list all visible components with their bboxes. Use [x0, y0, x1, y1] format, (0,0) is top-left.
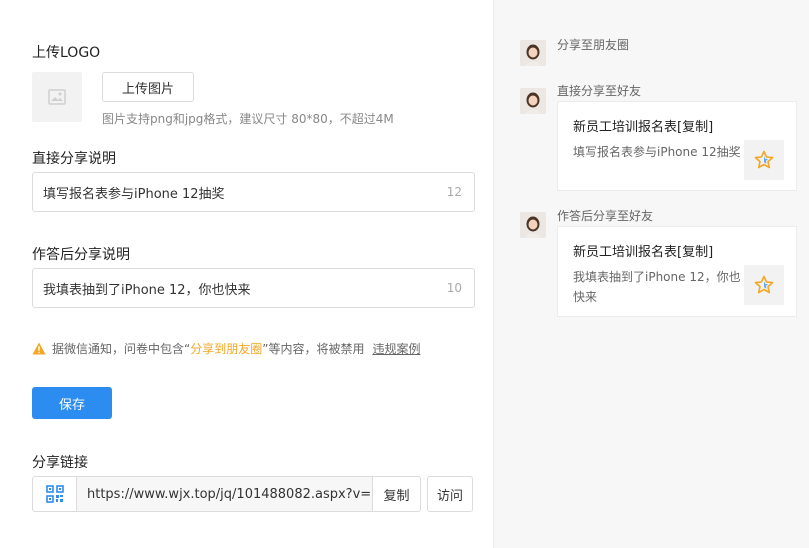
direct-share-input[interactable]: 填写报名表参与iPhone 12抽奖 12: [32, 172, 475, 212]
card-thumbnail: [744, 140, 784, 180]
moments-title: 分享至朋友圈: [557, 38, 630, 52]
violation-cases-link[interactable]: 违规案例: [372, 340, 420, 357]
friend-title: 直接分享至好友: [557, 84, 642, 98]
direct-share-count: 12: [446, 185, 462, 199]
friend-share-card: 新员工培训报名表[复制] 填写报名表参与iPhone 12抽奖: [557, 101, 797, 191]
warning-prefix: 据微信通知，问卷中包含“: [52, 342, 191, 356]
share-link-label: 分享链接: [32, 455, 88, 471]
upload-hint: 图片支持png和jpg格式，建议尺寸 80*80，不超过4M: [102, 112, 394, 126]
after-title: 作答后分享至好友: [557, 209, 654, 223]
after-share-label: 作答后分享说明: [32, 247, 130, 263]
avatar-icon: [520, 212, 546, 238]
warning-icon: [32, 342, 46, 355]
star-icon: [754, 275, 774, 294]
after-share-input[interactable]: 我填表抽到了iPhone 12，你也快来 10: [32, 268, 475, 308]
save-button[interactable]: 保存: [32, 387, 112, 419]
avatar: [520, 40, 546, 66]
logo-label: 上传LOGO: [32, 45, 101, 61]
avatar: [520, 212, 546, 238]
direct-share-value: 填写报名表参与iPhone 12抽奖: [43, 186, 225, 202]
qr-code-icon: [45, 485, 64, 503]
card-title: 新员工培训报名表[复制]: [573, 245, 714, 260]
warning-suffix: ”等内容，将被禁用: [262, 342, 365, 356]
qr-code-button[interactable]: [32, 476, 76, 512]
after-share-card: 新员工培训报名表[复制] 我填表抽到了iPhone 12，你也快来: [557, 226, 797, 317]
card-title: 新员工培训报名表[复制]: [573, 120, 714, 135]
logo-placeholder[interactable]: [32, 72, 82, 122]
avatar-icon: [520, 88, 546, 114]
card-desc: 填写报名表参与iPhone 12抽奖: [573, 145, 741, 159]
card-thumbnail: [744, 265, 784, 305]
star-icon: [754, 150, 774, 169]
avatar-icon: [520, 40, 546, 66]
warning-notice: 据微信通知，问卷中包含“ 分享到朋友圈 ”等内容，将被禁用 违规案例: [32, 340, 420, 357]
after-share-value: 我填表抽到了iPhone 12，你也快来: [43, 282, 251, 298]
visit-button[interactable]: 访问: [427, 476, 473, 512]
upload-image-button[interactable]: 上传图片: [102, 72, 194, 102]
copy-button[interactable]: 复制: [373, 476, 421, 512]
after-share-count: 10: [446, 281, 462, 295]
share-url-field[interactable]: https://www.wjx.top/jq/101488082.aspx?v=…: [76, 476, 373, 512]
warning-highlight: 分享到朋友圈: [190, 342, 263, 356]
direct-share-label: 直接分享说明: [32, 151, 116, 167]
image-placeholder-icon: [48, 89, 66, 105]
settings-panel: 上传LOGO 上传图片 图片支持png和jpg格式，建议尺寸 80*80，不超过…: [0, 0, 493, 548]
avatar: [520, 88, 546, 114]
card-desc: 我填表抽到了iPhone 12，你也快来: [573, 270, 741, 304]
share-link-row: https://www.wjx.top/jq/101488082.aspx?v=…: [32, 476, 473, 512]
